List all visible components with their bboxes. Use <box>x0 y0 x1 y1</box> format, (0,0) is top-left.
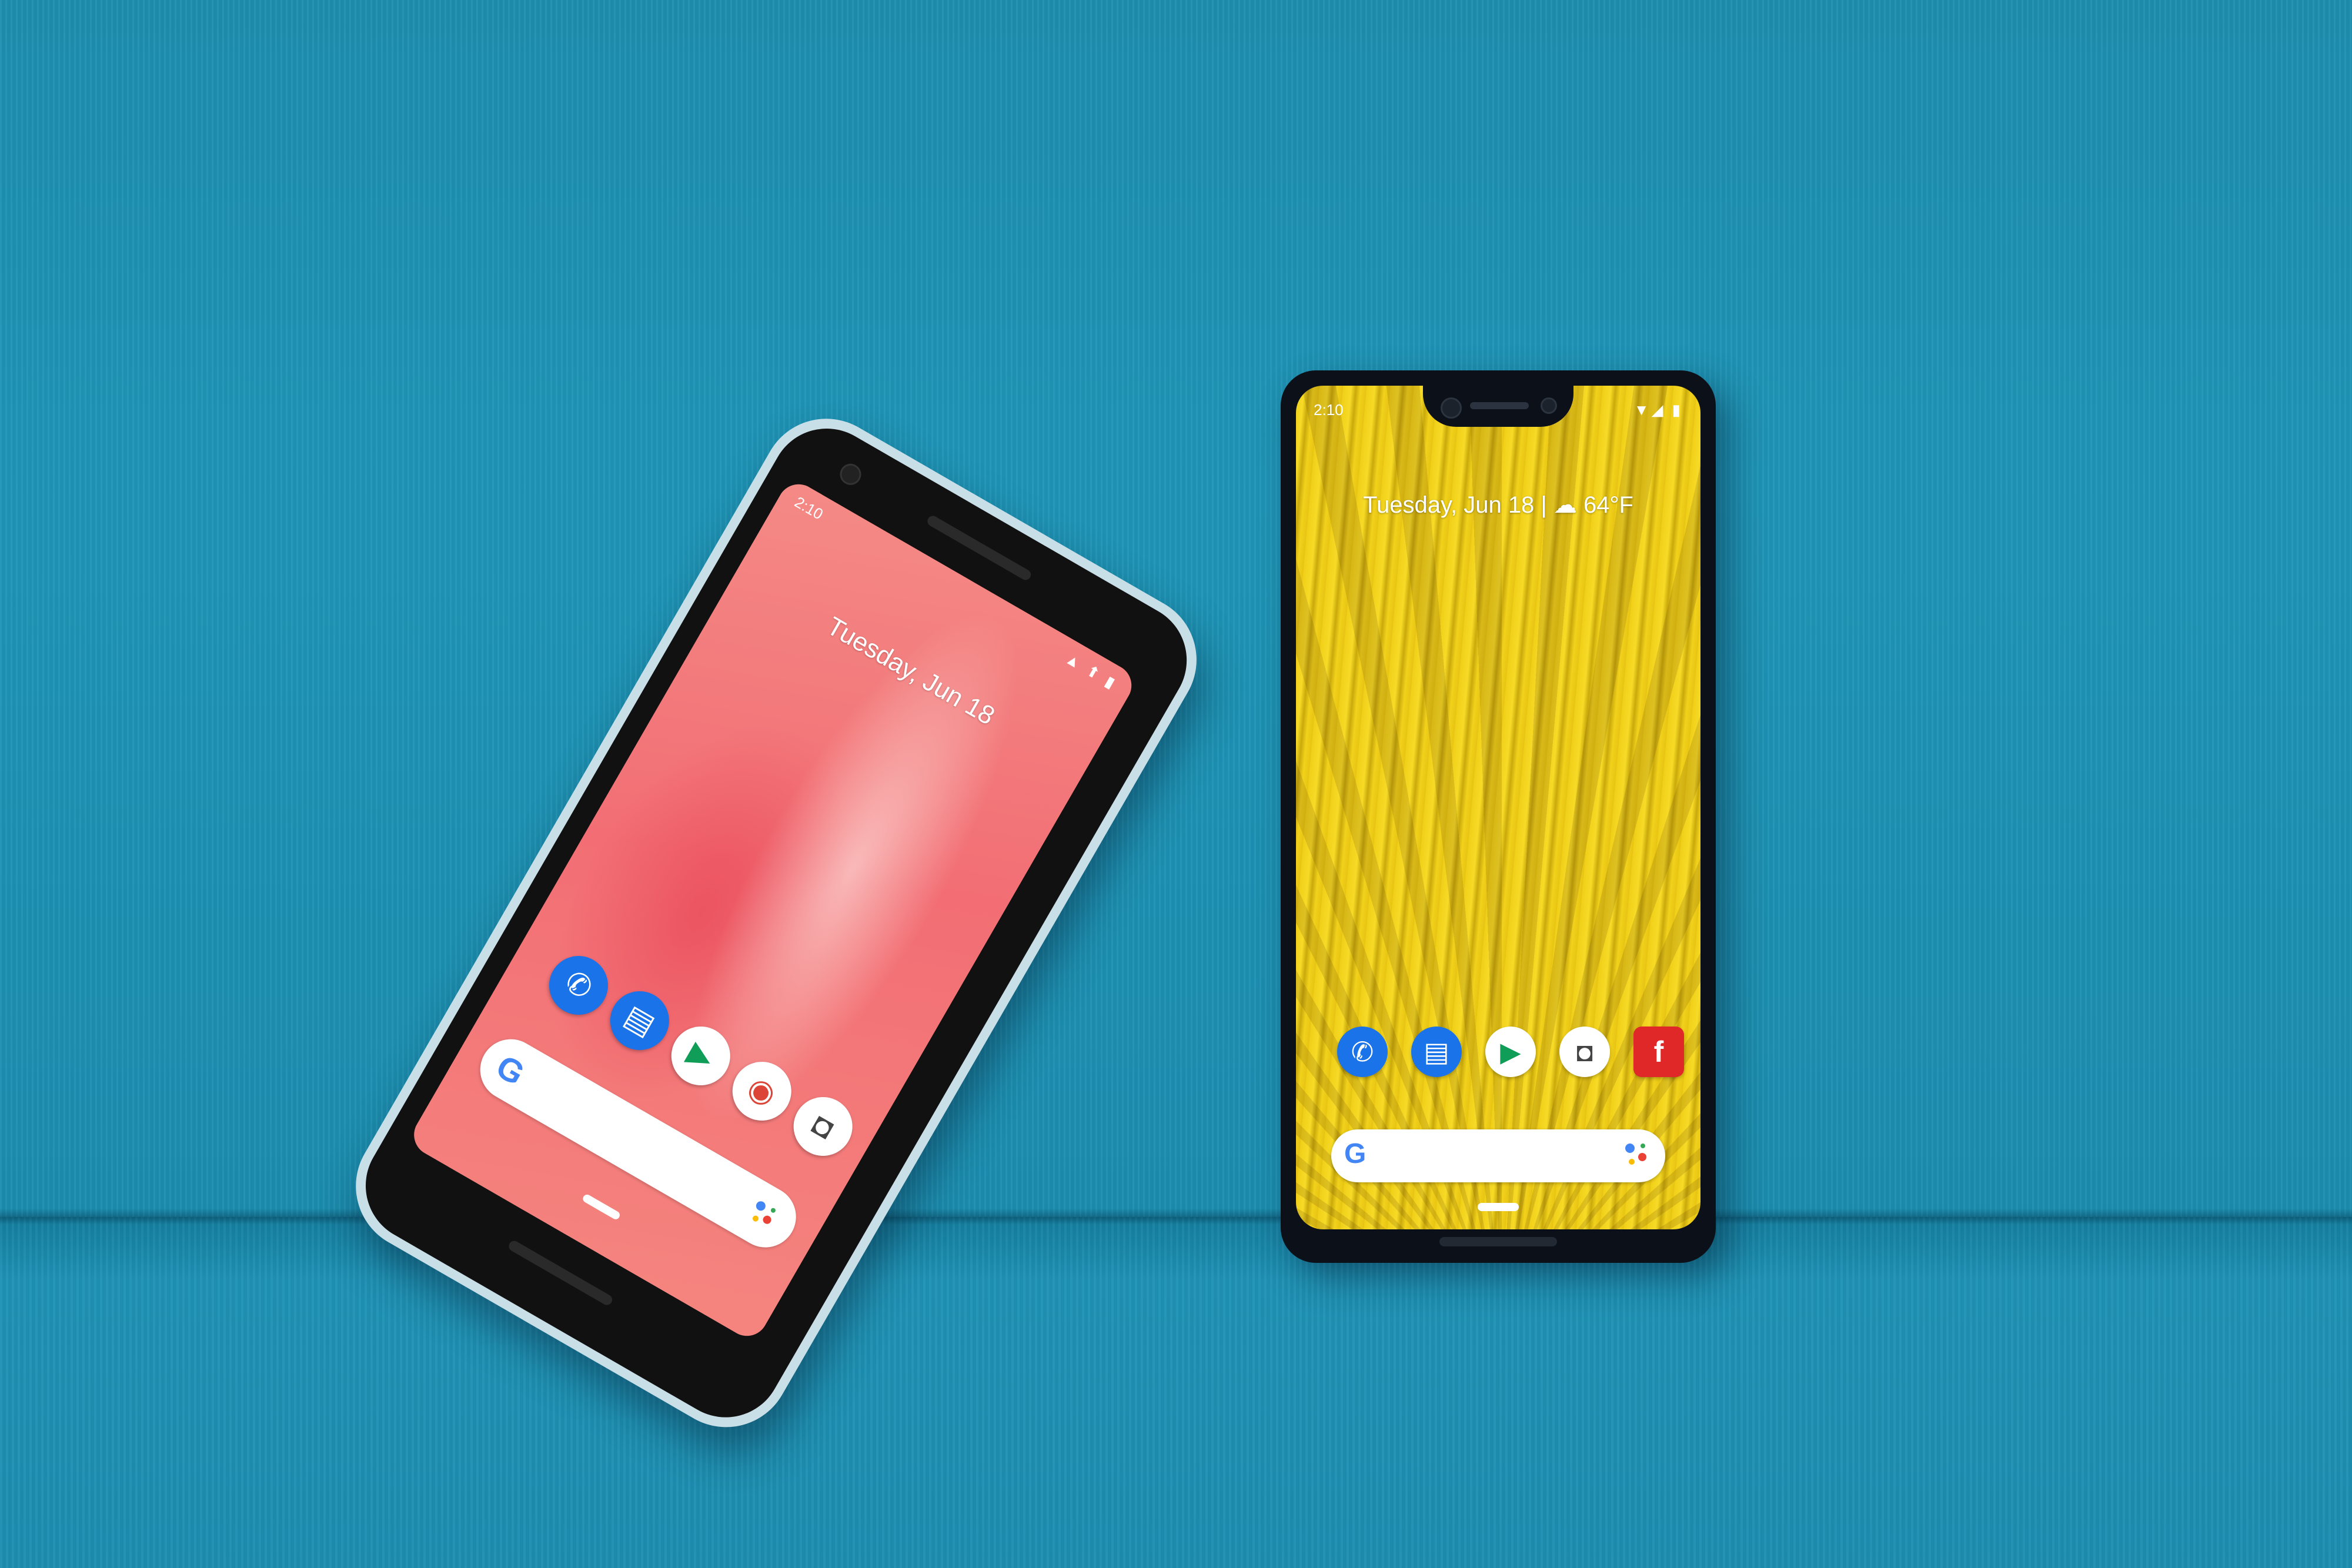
messages-icon[interactable]: ▤ <box>1411 1027 1462 1077</box>
right-phone: 2:10 ▼◢ ▮ Tuesday, Jun 18 | ☁ 64°F ✆ ▤ ▶… <box>1281 370 1716 1263</box>
right-phone-screen: 2:10 ▼◢ ▮ Tuesday, Jun 18 | ☁ 64°F ✆ ▤ ▶… <box>1296 386 1700 1229</box>
right-google-search-bar[interactable]: G <box>1331 1129 1665 1182</box>
left-home-pill[interactable] <box>581 1193 622 1221</box>
right-dock: ✆ ▤ ▶ ◘ f <box>1296 1027 1700 1091</box>
flipboard-icon[interactable]: f <box>1633 1027 1684 1077</box>
right-bottom-speaker <box>1439 1237 1557 1246</box>
assistant-icon[interactable] <box>743 1196 783 1236</box>
messages-icon[interactable]: ▤ <box>599 980 680 1061</box>
photo-scene: 2:10 ▲ ⬆ ▮ Tuesday, Jun 18 ✆ ▤ ▶ ◉ ◘ G 2… <box>0 0 2352 1568</box>
phone-icon[interactable]: ✆ <box>538 945 619 1026</box>
play-store-icon[interactable]: ▶ <box>660 1015 741 1096</box>
phone-icon[interactable]: ✆ <box>1337 1027 1388 1077</box>
right-status-time: 2:10 <box>1314 401 1344 419</box>
chrome-icon[interactable]: ◉ <box>721 1051 803 1132</box>
camera-icon[interactable]: ◘ <box>783 1086 863 1167</box>
right-status-bar: 2:10 ▼◢ ▮ <box>1314 401 1683 424</box>
left-status-time: 2:10 <box>791 493 827 523</box>
camera-icon[interactable]: ◘ <box>1559 1027 1610 1077</box>
assistant-icon[interactable] <box>1623 1141 1652 1171</box>
play-store-icon[interactable]: ▶ <box>1485 1027 1536 1077</box>
couch-backrest <box>0 0 2352 1217</box>
google-g-icon: G <box>490 1047 531 1093</box>
right-status-icons: ▼◢ ▮ <box>1633 401 1683 419</box>
right-date-weather-widget[interactable]: Tuesday, Jun 18 | ☁ 64°F <box>1296 492 1700 519</box>
right-home-pill[interactable] <box>1478 1203 1519 1211</box>
couch-seam <box>0 1208 2352 1225</box>
google-g-icon: G <box>1344 1138 1367 1169</box>
couch-seat <box>0 1217 2352 1568</box>
